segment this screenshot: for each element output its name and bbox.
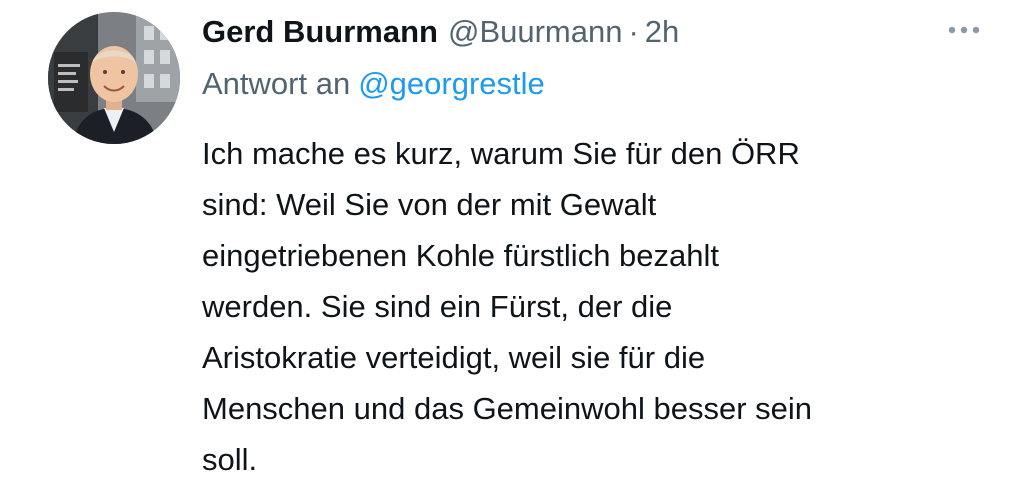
profile-photo-icon (48, 12, 180, 144)
tweet-text-line: Ich mache es kurz, warum Sie für den ÖRR (202, 136, 800, 171)
tweet-timestamp[interactable]: 2h (645, 12, 679, 52)
reply-context: Antwort an @georgrestle (202, 64, 545, 104)
tweet-text-line: soll. (202, 442, 258, 477)
tweet-text: Ich mache es kurz, warum Sie für den ÖRR… (202, 128, 992, 485)
reply-mention-link[interactable]: @georgrestle (358, 66, 545, 101)
author-handle[interactable]: @Buurmann (448, 12, 623, 52)
tweet-text-line: sind: Weil Sie von der mit Gewalt (202, 187, 657, 222)
tweet[interactable]: Gerd Buurmann @Buurmann · 2h Antwort an @… (0, 0, 1024, 481)
author-display-name[interactable]: Gerd Buurmann (202, 12, 438, 52)
header-separator: · (628, 14, 639, 49)
more-options-button[interactable] (946, 18, 982, 42)
tweet-text-line: werden. Sie sind ein Fürst, der die (202, 289, 673, 324)
tweet-text-line: eingetriebenen Kohle fürstlich bezahlt (202, 238, 720, 273)
reply-label: Antwort an (202, 66, 351, 101)
ellipsis-icon (948, 26, 980, 34)
avatar[interactable] (48, 12, 180, 144)
tweet-text-line: Menschen und das Gemeinwohl besser sein (202, 391, 813, 426)
tweet-text-line: Aristokratie verteidigt, weil sie für di… (202, 340, 706, 375)
tweet-header: Gerd Buurmann @Buurmann · 2h (202, 12, 679, 52)
